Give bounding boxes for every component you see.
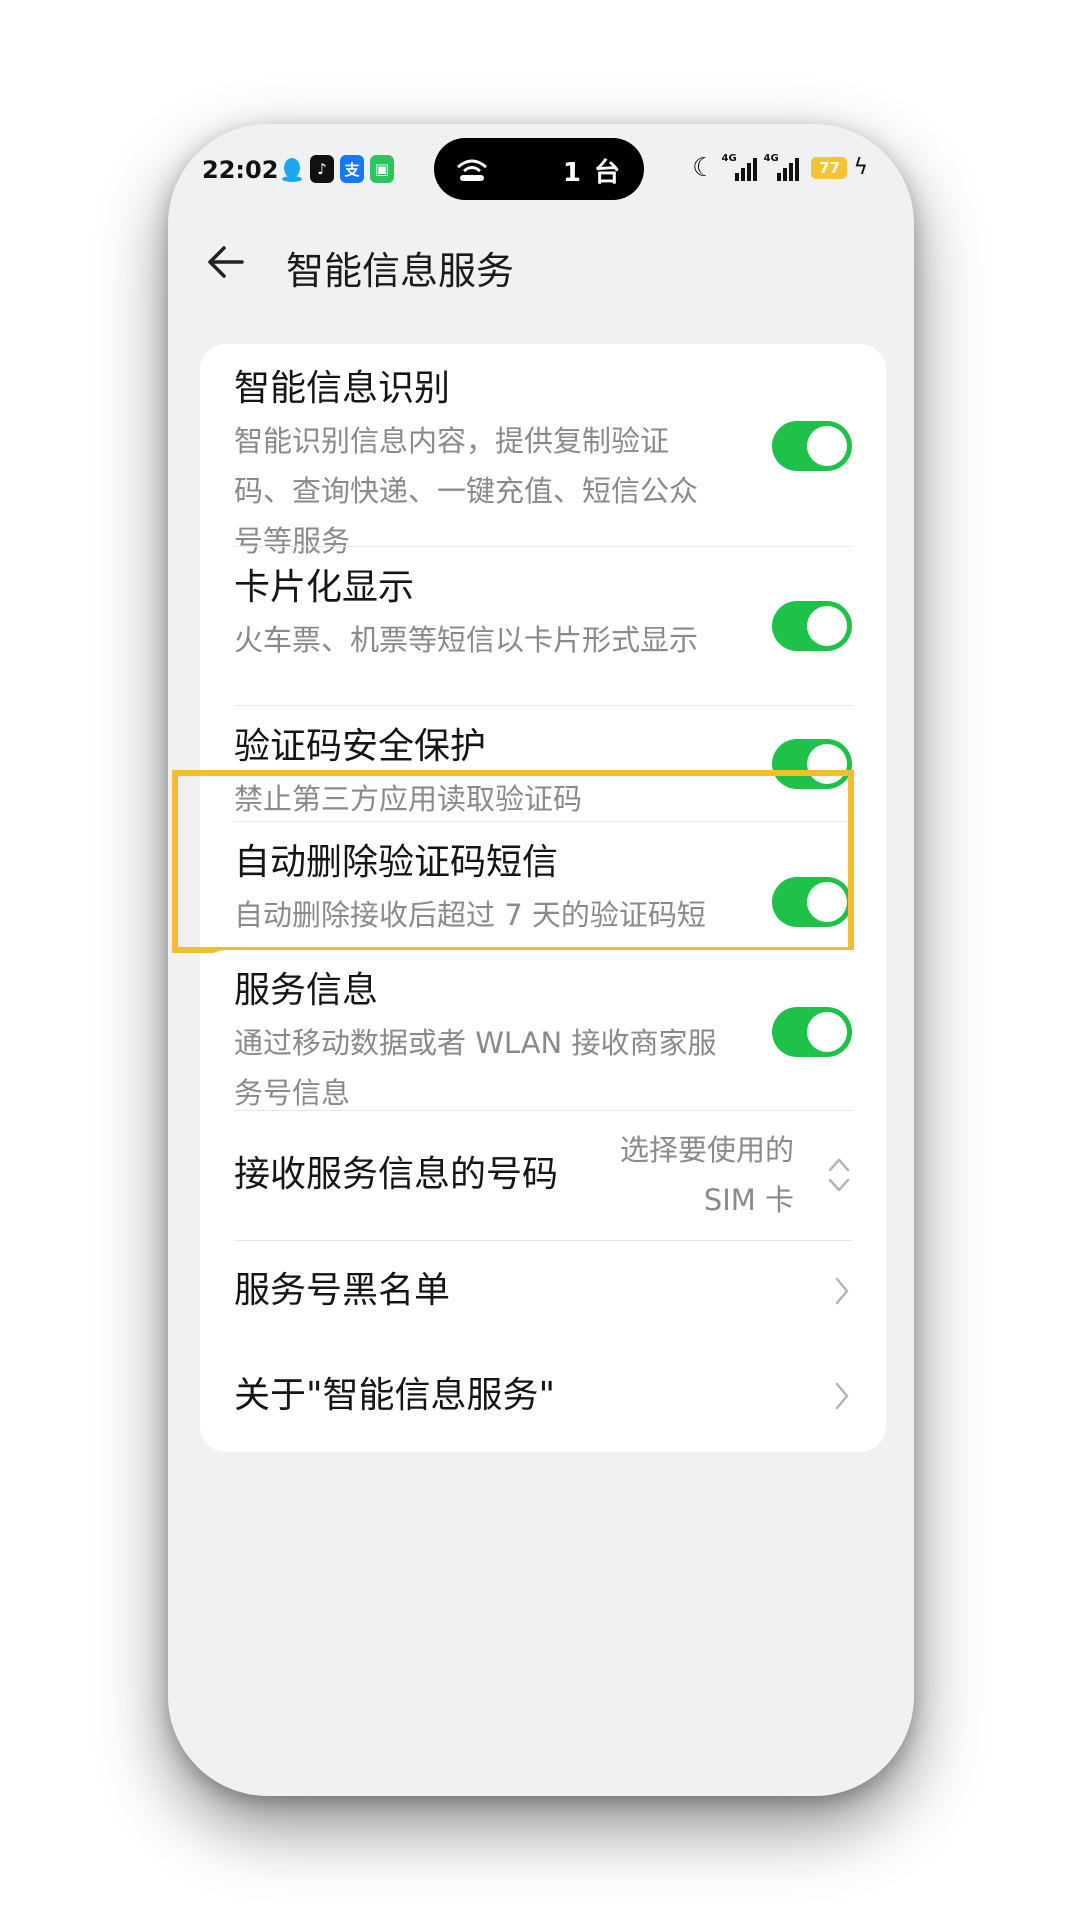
status-time: 22:02 [202, 156, 279, 184]
settings-card-service: 服务信息 通过移动数据或者 WLAN 接收商家服务号信息 接收服务信息的号码 选… [200, 950, 886, 1394]
setting-row-card-display: 卡片化显示 火车票、机票等短信以卡片形式显示 [234, 563, 852, 665]
setting-row-service-info: 服务信息 通过移动数据或者 WLAN 接收商家服务号信息 [234, 966, 852, 1118]
settings-card-about[interactable]: 关于"智能信息服务" [200, 1340, 886, 1452]
divider [234, 705, 852, 706]
notification-icons: ♪ 支 ▣ [280, 155, 394, 183]
cast-icon [457, 159, 487, 181]
chevron-right-icon [835, 1382, 849, 1410]
divider [234, 1110, 852, 1111]
back-arrow-icon[interactable] [198, 232, 258, 292]
wechat-icon: ▣ [370, 155, 394, 183]
chevron-right-icon [835, 1277, 849, 1305]
setting-row-about[interactable]: 关于"智能信息服务" [234, 1340, 852, 1452]
sim-select-value[interactable]: 选择要使用的 SIM 卡 [604, 1125, 794, 1225]
charging-icon: ϟ [853, 155, 868, 180]
toggle-service-info[interactable] [772, 1007, 852, 1057]
toggle-card-display[interactable] [772, 601, 852, 651]
signal-icon: 4G [763, 153, 800, 181]
setting-title: 服务号黑名单 [234, 1270, 451, 1311]
setting-description: 通过移动数据或者 WLAN 接收商家服务号信息 [234, 1026, 717, 1110]
page-title: 智能信息服务 [286, 249, 515, 293]
highlight-box [172, 770, 854, 953]
setting-title: 服务信息 [234, 970, 379, 1011]
status-right: ☾ 4G 4G 77 ϟ [692, 153, 868, 183]
qq-icon [280, 155, 304, 183]
signal-icon: 4G [721, 153, 758, 181]
setting-title: 卡片化显示 [234, 567, 415, 608]
battery-icon: 77 [811, 157, 848, 179]
up-down-chevron-icon[interactable] [826, 1155, 852, 1195]
dynamic-island[interactable]: 1 台 [434, 138, 644, 200]
setting-title: 验证码安全保护 [234, 726, 487, 767]
setting-title: 智能信息识别 [234, 368, 451, 409]
divider [234, 546, 852, 547]
setting-row-blacklist[interactable]: 服务号黑名单 [234, 1241, 852, 1341]
setting-description: 智能识别信息内容，提供复制验证码、查询快递、一键充值、短信公众号等服务 [234, 424, 699, 558]
island-device-count: 1 台 [562, 158, 622, 188]
setting-row-smart-recognition: 智能信息识别 智能识别信息内容，提供复制验证码、查询快递、一键充值、短信公众号等… [234, 364, 852, 566]
alipay-icon: 支 [340, 155, 364, 183]
phone-frame: 22:02 ♪ 支 ▣ 1 台 ☾ 4G 4G 77 ϟ 智能信息服务 智能信息… [168, 124, 914, 1796]
toggle-smart-recognition[interactable] [772, 421, 852, 471]
setting-title: 关于"智能信息服务" [234, 1375, 556, 1416]
tiktok-icon: ♪ [310, 155, 334, 183]
moon-icon: ☾ [692, 153, 716, 183]
setting-description: 火车票、机票等短信以卡片形式显示 [234, 623, 699, 657]
